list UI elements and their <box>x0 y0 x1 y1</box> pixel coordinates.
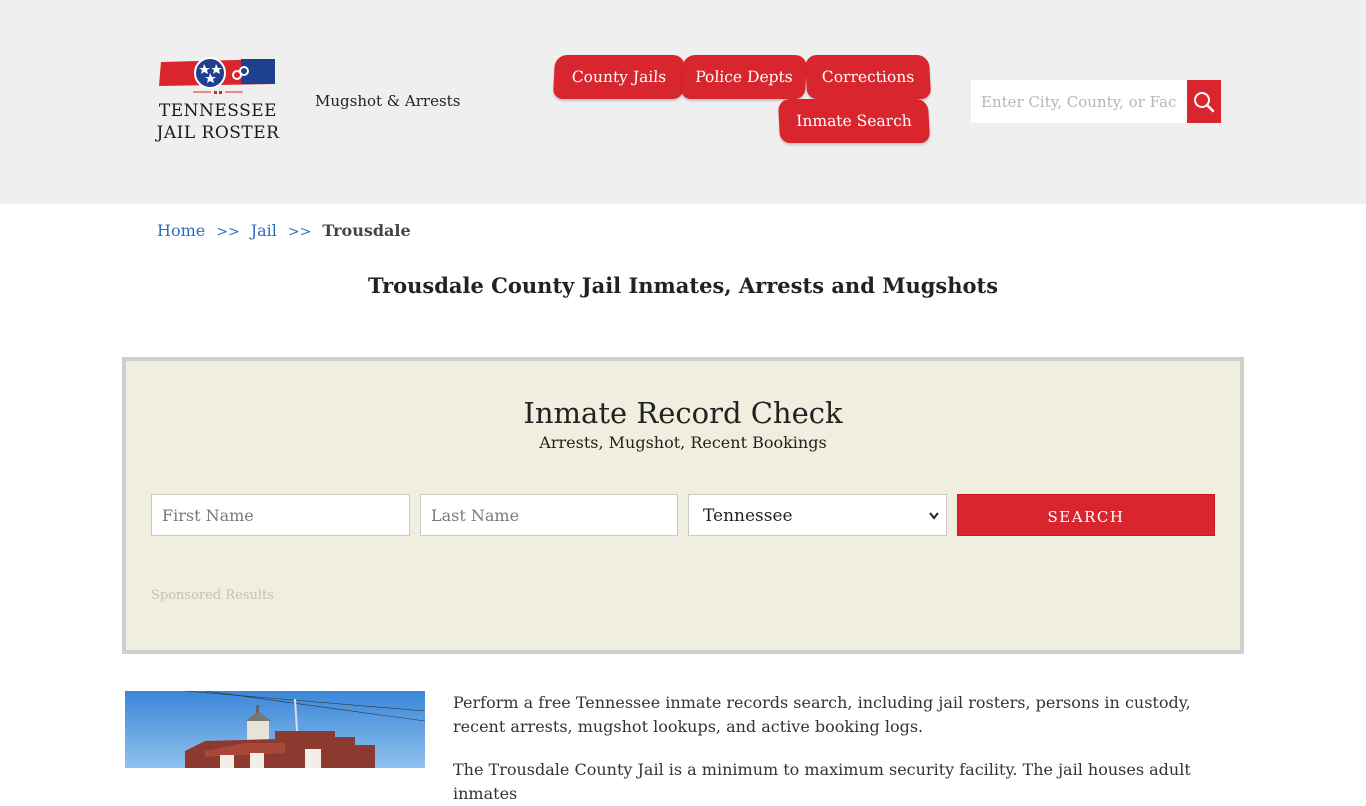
page-title: Trousdale County Jail Inmates, Arrests a… <box>367 273 999 298</box>
site-header: TENNESSEE JAIL ROSTER Mugshot & Arrests … <box>0 0 1366 204</box>
nav-label: Inmate Search <box>795 112 913 130</box>
search-submit-button[interactable]: SEARCH <box>957 494 1215 536</box>
nav-corrections[interactable]: Corrections <box>804 55 932 99</box>
site-search-input[interactable] <box>971 80 1187 123</box>
site-search-button[interactable] <box>1187 80 1221 123</box>
inmate-record-check-panel: Inmate Record Check Arrests, Mugshot, Re… <box>122 357 1244 654</box>
panel-title: Inmate Record Check <box>523 396 843 430</box>
breadcrumb-current: Trousdale <box>322 221 411 240</box>
jail-building-photo <box>125 691 425 768</box>
site-logo[interactable]: TENNESSEE JAIL ROSTER <box>153 56 283 148</box>
sponsored-results-label: Sponsored Results <box>151 588 274 603</box>
tennessee-flag-logo-icon <box>159 57 275 94</box>
nav-label: Corrections <box>821 68 915 86</box>
breadcrumb-separator: >> <box>287 224 312 240</box>
breadcrumb: Home >> Jail >> Trousdale <box>157 221 411 240</box>
state-select[interactable]: Tennessee <box>688 494 947 536</box>
logo-text-line1: TENNESSEE <box>158 101 278 121</box>
courthouse-image <box>125 691 425 768</box>
breadcrumb-separator: >> <box>216 224 240 240</box>
nav-county-jails[interactable]: County Jails <box>552 55 686 99</box>
site-tagline: Mugshot & Arrests <box>315 92 461 110</box>
intro-paragraph-2: The Trousdale County Jail is a minimum t… <box>453 760 1191 803</box>
nav-label: County Jails <box>571 68 667 86</box>
panel-subtitle: Arrests, Mugshot, Recent Bookings <box>539 433 827 452</box>
state-select-value: Tennessee <box>703 506 793 526</box>
nav-police-depts[interactable]: Police Depts <box>680 55 808 99</box>
first-name-input[interactable] <box>151 494 410 536</box>
breadcrumb-jail-link[interactable]: Jail <box>251 221 277 240</box>
breadcrumb-home-link[interactable]: Home <box>157 221 205 240</box>
last-name-input[interactable] <box>420 494 678 536</box>
logo-text-line2: JAIL ROSTER <box>156 123 280 143</box>
search-icon <box>1194 91 1215 112</box>
chevron-down-icon <box>929 512 939 520</box>
nav-label: Police Depts <box>694 68 794 86</box>
nav-inmate-search[interactable]: Inmate Search <box>777 99 931 143</box>
intro-paragraph: Perform a free Tennessee inmate records … <box>453 693 1191 736</box>
